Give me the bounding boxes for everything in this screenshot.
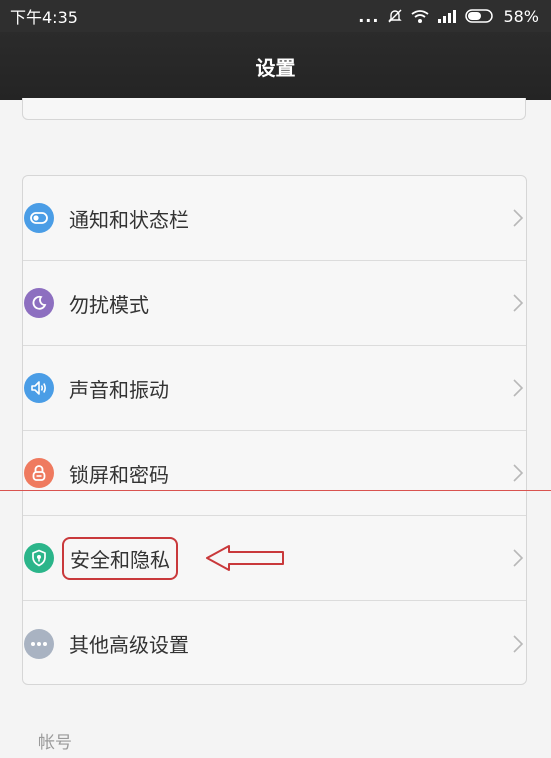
signal-dots: ... — [358, 6, 380, 26]
setting-item-sound-vibration[interactable]: 声音和振动 — [23, 346, 526, 431]
shield-icon — [24, 543, 54, 573]
moon-icon — [24, 288, 54, 318]
section-header-account: 帐号 — [38, 733, 72, 753]
status-time: 下午4:35 — [10, 8, 78, 27]
page-header: 设置 — [0, 32, 551, 100]
highlight-box: 安全和隐私 — [62, 536, 178, 580]
toggle-icon — [24, 203, 54, 233]
setting-item-do-not-disturb[interactable]: 勿扰模式 — [23, 261, 526, 346]
chevron-right-icon — [512, 208, 524, 228]
page-title: 设置 — [255, 55, 296, 80]
setting-item-label: 声音和振动 — [69, 377, 169, 402]
speaker-icon — [24, 373, 54, 403]
chevron-right-icon — [512, 378, 524, 398]
setting-item-lock-screen-password[interactable]: 锁屏和密码 — [23, 431, 526, 516]
chevron-right-icon — [512, 634, 524, 654]
lock-icon — [24, 458, 54, 488]
setting-item-notifications[interactable]: 通知和状态栏 — [23, 176, 526, 261]
setting-item-label: 勿扰模式 — [69, 292, 149, 317]
status-icons: ... 58% — [358, 7, 539, 26]
chevron-right-icon — [512, 463, 524, 483]
more-dots-icon — [24, 628, 54, 659]
battery-percent: 58% — [503, 6, 539, 26]
annotation-arrow-icon — [205, 543, 285, 577]
chevron-right-icon — [512, 293, 524, 313]
setting-item-label: 锁屏和密码 — [69, 462, 169, 487]
previous-settings-group — [22, 98, 526, 120]
setting-item-label: 其他高级设置 — [69, 633, 189, 657]
cell-signal-icon — [437, 9, 457, 23]
setting-item-other-advanced[interactable]: 其他高级设置 — [23, 601, 526, 684]
setting-item-label: 安全和隐私 — [70, 547, 170, 572]
battery-icon — [465, 9, 495, 23]
wifi-icon — [411, 9, 429, 24]
mute-bell-icon — [387, 8, 403, 24]
status-bar: 下午4:35 ... 58% — [0, 0, 551, 32]
annotation-red-line — [0, 490, 551, 491]
setting-item-label: 通知和状态栏 — [69, 207, 189, 232]
settings-group: 通知和状态栏 勿扰模式 声音和振动 锁屏和密码 安全和隐私 其他高级设置 — [22, 175, 527, 685]
chevron-right-icon — [512, 548, 524, 568]
